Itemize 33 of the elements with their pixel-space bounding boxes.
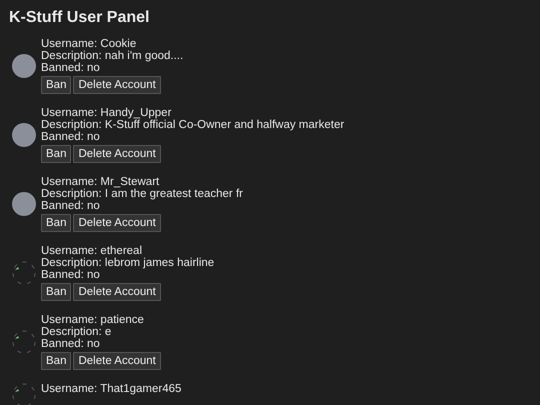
action-button[interactable]: Delete Account bbox=[73, 214, 161, 232]
user-info-text: Description: nah i'm good.... bbox=[41, 50, 184, 62]
broken-image-icon bbox=[12, 330, 36, 354]
action-button[interactable]: Ban bbox=[41, 283, 72, 301]
user-info-text: Username: That1gamer465 bbox=[41, 383, 182, 395]
broken-image-icon bbox=[12, 261, 36, 285]
action-button[interactable]: Ban bbox=[41, 145, 72, 163]
user-info-text: Description: I am the greatest teacher fr bbox=[41, 188, 243, 200]
action-button[interactable]: Ban bbox=[41, 76, 72, 94]
user-info-text: Username: Cookie bbox=[41, 38, 138, 50]
broken-image-icon bbox=[12, 383, 36, 405]
avatar-photo-placeholder bbox=[12, 123, 36, 147]
action-button[interactable]: Delete Account bbox=[73, 145, 161, 163]
action-button[interactable]: Ban bbox=[41, 352, 72, 370]
action-button[interactable]: Delete Account bbox=[73, 283, 161, 301]
page-title: K-Stuff User Panel bbox=[9, 8, 150, 28]
action-button[interactable]: Delete Account bbox=[73, 352, 161, 370]
user-info-text: Banned: no bbox=[41, 131, 101, 143]
user-info-text: Banned: no bbox=[41, 62, 101, 74]
avatar-photo-placeholder bbox=[12, 54, 36, 78]
user-info-text: Description: K-Stuff official Co-Owner and halfway marketer bbox=[41, 119, 344, 131]
user-info-text: Username: Mr_Stewart bbox=[41, 176, 160, 188]
action-button[interactable]: Ban bbox=[41, 214, 72, 232]
user-info-text: Username: ethereal bbox=[41, 245, 143, 257]
user-info-text: Banned: no bbox=[41, 269, 101, 281]
user-info-text: Banned: no bbox=[41, 200, 101, 212]
user-info-text: Description: lebrom james hairline bbox=[41, 257, 214, 269]
user-info-text: Banned: no bbox=[41, 338, 101, 350]
user-info-text: Username: patience bbox=[41, 314, 145, 326]
user-info-text: Username: Handy_Upper bbox=[41, 107, 172, 119]
action-button[interactable]: Delete Account bbox=[73, 76, 161, 94]
user-info-text: Description: e bbox=[41, 326, 112, 338]
avatar-photo-placeholder bbox=[12, 192, 36, 216]
